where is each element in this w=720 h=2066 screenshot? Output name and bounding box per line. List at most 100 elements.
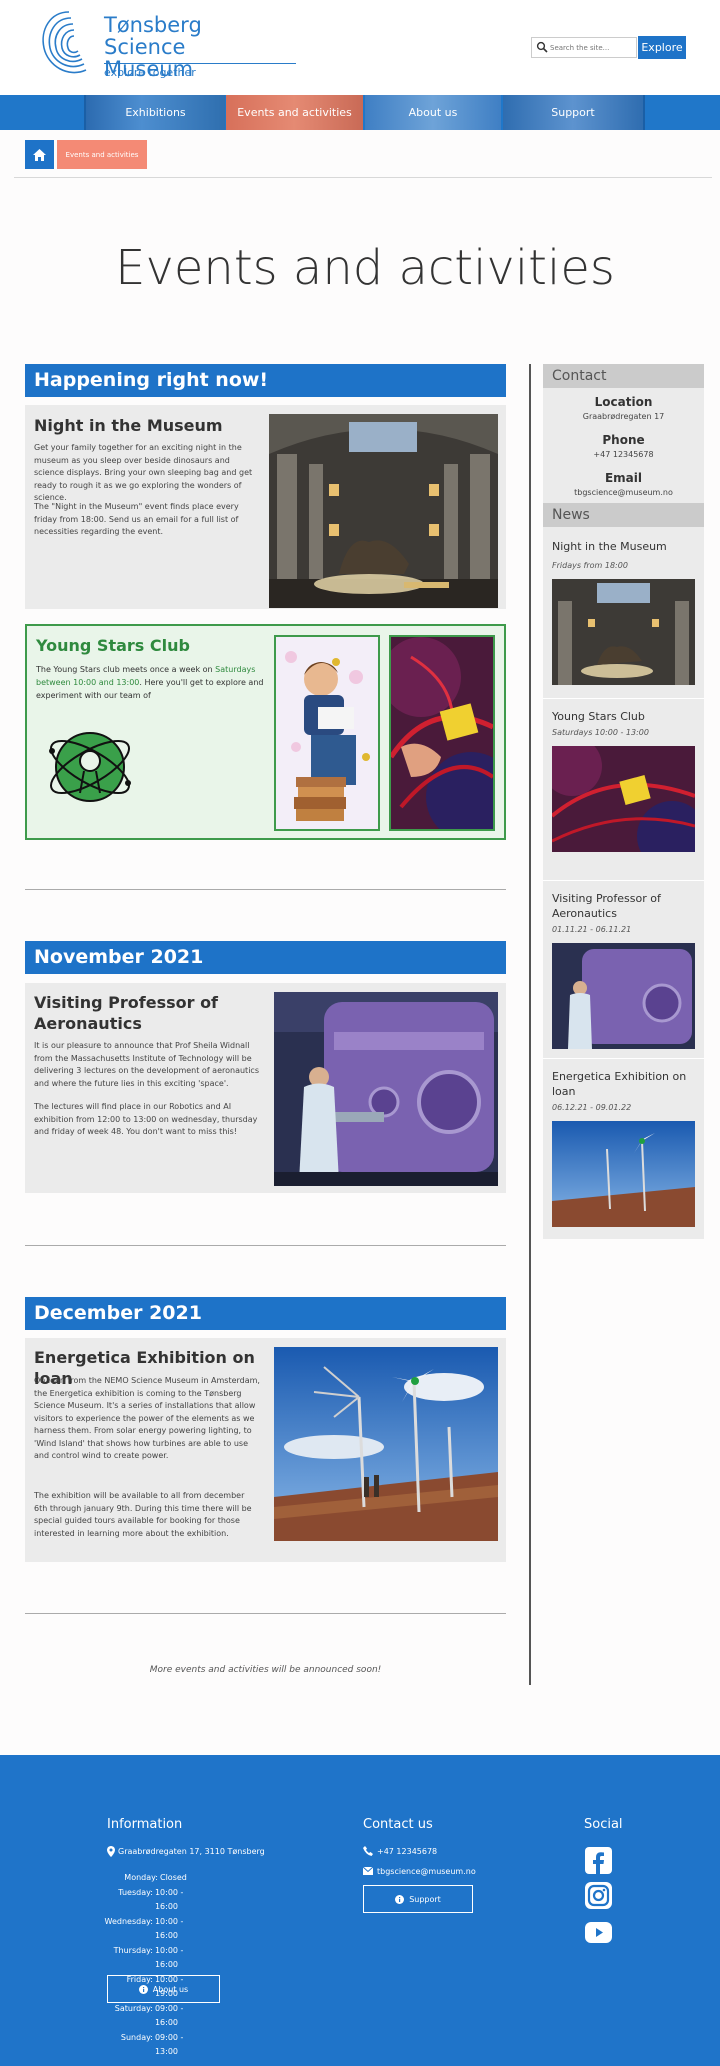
news-thumbnail[interactable] — [552, 746, 695, 852]
logo[interactable]: Tønsberg Science Museum explore together — [38, 8, 296, 82]
footer-contact-heading: Contact us — [363, 1817, 433, 1832]
young-stars-logo-icon — [49, 732, 131, 802]
news-date: Fridays from 18:00 — [552, 561, 628, 570]
news-date: 06.12.21 - 09.01.22 — [552, 1103, 632, 1112]
news-date: 01.11.21 - 06.11.21 — [552, 925, 632, 934]
news-title[interactable]: Energetica Exhibition on loan — [552, 1069, 697, 1099]
event-card-energetica: Energetica Exhibition on loan On loan fr… — [25, 1338, 506, 1562]
hours-row: Tuesday: 10:00 - 16:00 — [104, 1886, 204, 1915]
event-card-visiting: Visiting Professor of Aeronautics It is … — [25, 983, 506, 1193]
news-title[interactable]: Visiting Professor of Aeronautics — [552, 891, 697, 921]
about-us-button[interactable]: About us — [107, 1975, 220, 2003]
news-thumbnail[interactable] — [552, 943, 695, 1049]
contact-location: Location Graabrødregaten 17 — [543, 395, 704, 421]
hours-day: Wednesday: — [104, 1916, 153, 1926]
search-box[interactable] — [531, 37, 637, 58]
contact-label: Email — [604, 471, 643, 485]
footer-address: Graabrødregaten 17, 3110 Tønsberg — [118, 1847, 265, 1856]
footer-phone[interactable]: +47 12345678 — [377, 1847, 437, 1856]
bead-maze-image — [389, 635, 495, 831]
hours-day: Thursday: — [113, 1945, 153, 1955]
facebook-icon[interactable] — [585, 1847, 612, 1874]
contact-value[interactable]: tbgscience@museum.no — [543, 488, 704, 497]
event-paragraph: Get your family together for an exciting… — [34, 443, 253, 502]
text: The Young Stars club meets once a week o… — [36, 665, 216, 674]
section-heading-december: December 2021 — [25, 1297, 506, 1330]
hours-day: Tuesday: — [118, 1887, 153, 1897]
contact-phone: Phone +47 12345678 — [543, 433, 704, 459]
nav-item-about[interactable]: About us — [365, 95, 501, 130]
logo-divider — [104, 63, 296, 64]
nav-divider — [643, 95, 645, 130]
sidebar: Contact Location Graabrødregaten 17 Phon… — [543, 364, 704, 1239]
home-icon — [33, 148, 46, 161]
support-button[interactable]: Support — [363, 1885, 473, 1913]
footer-social-heading: Social — [584, 1817, 623, 1832]
event-title: Young Stars Club — [36, 636, 190, 655]
hours-time: 09:00 - 16:00 — [154, 2003, 184, 2028]
envelope-icon — [363, 1867, 373, 1875]
explore-button[interactable]: Explore — [638, 36, 686, 59]
nav-item-support[interactable]: Support — [503, 95, 643, 130]
news-item[interactable]: Visiting Professor of Aeronautics 01.11.… — [543, 881, 704, 1059]
sidebar-news-heading: News — [543, 503, 704, 527]
news-item[interactable]: Energetica Exhibition on loan 06.12.21 -… — [543, 1059, 704, 1239]
event-paragraph: The "Night in the Museum" event finds pl… — [34, 502, 239, 536]
child-reading-image — [274, 635, 380, 831]
footer-email[interactable]: tbgscience@museum.no — [377, 1867, 476, 1876]
instagram-icon[interactable] — [585, 1882, 612, 1909]
opening-hours: Monday: Closed Tuesday: 10:00 - 16:00 Wedn… — [104, 1871, 204, 2060]
hours-day: Monday: — [124, 1873, 158, 1882]
professor-lab-image — [274, 992, 498, 1186]
nav-item-exhibitions[interactable]: Exhibitions — [86, 95, 225, 130]
breadcrumb-home-button[interactable] — [25, 140, 54, 169]
info-icon — [395, 1894, 405, 1904]
hours-time: 10:00 - 16:00 — [154, 1916, 184, 1941]
about-us-label: About us — [152, 1984, 189, 1994]
more-events-note: More events and activities will be annou… — [149, 1665, 382, 1675]
news-title[interactable]: Night in the Museum — [552, 539, 697, 554]
section-heading-now: Happening right now! — [25, 364, 506, 397]
hours-row: Monday: Closed — [104, 1871, 204, 1886]
logo-tagline: explore together — [104, 66, 196, 79]
logo-name-line1: Tønsberg — [104, 13, 202, 37]
hours-time: Closed — [160, 1873, 187, 1882]
youtube-icon[interactable] — [585, 1919, 612, 1946]
night-museum-image — [269, 414, 498, 608]
event-title: Night in the Museum — [34, 416, 223, 435]
news-title[interactable]: Young Stars Club — [552, 709, 697, 724]
event-paragraph: The Young Stars club meets once a week o… — [36, 663, 271, 702]
news-thumbnail[interactable] — [552, 1121, 695, 1227]
map-pin-icon — [107, 1846, 115, 1857]
hours-row: Saturday: 09:00 - 16:00 — [104, 2002, 204, 2031]
event-title: Visiting Professor of Aeronautics — [34, 993, 219, 1033]
support-label: Support — [409, 1894, 441, 1904]
event-paragraph: The exhibition will be available to all … — [34, 1491, 252, 1538]
hours-time: 09:00 - 13:00 — [154, 2032, 184, 2057]
search-input[interactable] — [550, 40, 634, 55]
news-thumbnail[interactable] — [552, 579, 695, 685]
breadcrumb-current[interactable]: Events and activities — [57, 140, 147, 169]
news-item[interactable]: Young Stars Club Saturdays 10:00 - 13:00 — [543, 699, 704, 881]
search-icon — [536, 41, 548, 53]
page-title: Events and activities — [115, 240, 615, 296]
footer-info-heading: Information — [107, 1817, 183, 1832]
contact-email: Email tbgscience@museum.no — [543, 471, 704, 497]
divider — [25, 1613, 506, 1614]
logo-spiral-icon — [42, 11, 87, 74]
hours-day: Sunday: — [120, 2032, 153, 2042]
column-divider — [529, 364, 531, 1685]
contact-value: Graabrødregaten 17 — [582, 412, 665, 421]
contact-value[interactable]: +47 12345678 — [543, 450, 704, 459]
news-item[interactable]: Night in the Museum Fridays from 18:00 — [543, 529, 704, 699]
wind-island-image — [274, 1347, 498, 1541]
main-nav: Exhibitions Events and activities About … — [0, 95, 720, 130]
divider — [25, 889, 506, 890]
hours-time: 10:00 - 16:00 — [154, 1945, 184, 1970]
phone-icon — [363, 1846, 373, 1856]
hours-row: Wednesday: 10:00 - 16:00 — [104, 1915, 204, 1944]
hours-day: Saturday: — [114, 2003, 153, 2013]
young-stars-card: Young Stars Club The Young Stars club me… — [25, 624, 506, 840]
nav-item-events[interactable]: Events and activities — [226, 95, 363, 130]
hours-row: Thursday: 10:00 - 16:00 — [104, 1944, 204, 1973]
